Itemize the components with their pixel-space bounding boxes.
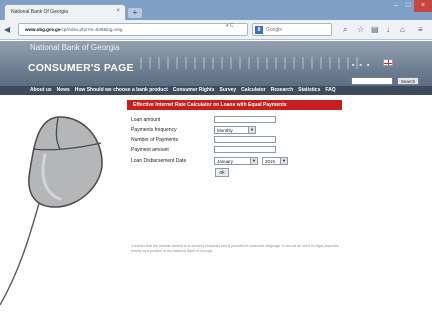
ok-button[interactable]: ok (215, 168, 229, 177)
address-bar[interactable]: www.nbg.gov.ge/cp/index.php?m=549&lng=en… (18, 23, 248, 36)
payments-frequency-label: Payments frequency (131, 127, 177, 133)
chevron-down-icon: ▼ (250, 158, 257, 164)
disbursement-date-label: Loan Disbursement Date (131, 158, 187, 164)
bank-name[interactable]: National Bank of Georgia (30, 43, 119, 52)
mouse-cable (0, 199, 41, 306)
menu-item-faq[interactable]: FAQ (325, 86, 335, 95)
site-search-input[interactable] (351, 77, 393, 85)
disbursement-month-value: January (217, 159, 234, 164)
menu-item-survey[interactable]: Survey (219, 86, 236, 95)
payment-amount-field[interactable] (214, 146, 276, 153)
bookmark-star-icon[interactable]: ☆ (357, 25, 364, 35)
back-arrow-icon[interactable]: ◀ (4, 25, 10, 35)
site-title[interactable]: CONSUMER'S PAGE (28, 62, 134, 74)
menu-item-calculator[interactable]: Calculator (241, 86, 265, 95)
loan-amount-label: Loan amount (131, 117, 161, 123)
header-decoration (140, 57, 360, 69)
url-host: www.nbg.gov.ge (25, 27, 61, 32)
chevron-down-icon: ▼ (280, 158, 287, 164)
menu-item-news[interactable]: News (57, 86, 70, 95)
payments-frequency-select[interactable]: Monthly ▼ (214, 126, 256, 134)
home-icon[interactable]: ⌂ (400, 25, 405, 35)
disbursement-year-select[interactable]: 2015 ▼ (262, 157, 288, 165)
payment-amount-label: Payment amount (131, 147, 169, 153)
menu-item-research[interactable]: Research (271, 86, 294, 95)
site-search-button[interactable]: Search (397, 77, 419, 85)
maximize-button[interactable]: □ (402, 0, 414, 12)
tab-title: National Bank Of Georgia (11, 9, 68, 15)
language-switcher[interactable]: ■ ■ ■ (352, 62, 371, 67)
window-controls: – □ × (390, 0, 432, 12)
calculator-heading: Effective Internet Rate Calculator on Lo… (127, 100, 342, 110)
computer-mouse-illustration (0, 116, 103, 306)
main-menu: About us News How Should we choose a ban… (0, 86, 432, 95)
disbursement-month-select[interactable]: January ▼ (214, 157, 258, 165)
disbursement-year-value: 2015 (265, 159, 276, 164)
site-header: National Bank of Georgia CONSUMER'S PAGE… (0, 41, 432, 86)
payments-frequency-value: Monthly (217, 128, 233, 133)
search-icon[interactable]: ⌕ (343, 25, 347, 35)
download-icon[interactable]: ↓ (386, 25, 390, 35)
number-of-payments-field[interactable] (214, 136, 276, 143)
new-tab-button[interactable]: + (128, 8, 142, 18)
url-path: /cp/index.php?m=549&lng=eng (60, 27, 123, 32)
search-placeholder: Google (266, 27, 283, 33)
browser-tab[interactable]: National Bank Of Georgia × (4, 4, 126, 20)
disclaimer-text: Consider that the website content is of … (131, 244, 339, 253)
tab-close-icon[interactable]: × (116, 8, 120, 14)
search-engine-icon: 8 (255, 26, 263, 34)
browser-toolbar: ◀ www.nbg.gov.ge/cp/index.php?m=549&lng=… (0, 20, 432, 40)
bookmarks-icon[interactable]: ▤ (371, 25, 379, 35)
browser-search-input[interactable]: 8 Google (252, 23, 332, 36)
number-of-payments-label: Number of Payments (131, 137, 178, 143)
reload-icon[interactable]: ▾ C (226, 23, 234, 29)
english-flag-icon[interactable] (383, 59, 393, 66)
screenshot: National Bank Of Georgia × + – □ × ◀ www… (0, 0, 432, 331)
browser-chrome: National Bank Of Georgia × + – □ × ◀ www… (0, 0, 432, 40)
menu-item-statistics[interactable]: Statistics (298, 86, 320, 95)
menu-item-consumer-rights[interactable]: Consumer Rights (173, 86, 215, 95)
minimize-button[interactable]: – (390, 0, 402, 12)
loan-amount-field[interactable] (214, 116, 276, 123)
menu-icon[interactable]: ≡ (418, 25, 423, 35)
close-window-button[interactable]: × (414, 0, 432, 12)
chevron-down-icon: ▼ (248, 127, 255, 133)
menu-item-about[interactable]: About us (30, 86, 52, 95)
menu-item-choose-product[interactable]: How Should we choose a bank product (75, 86, 168, 95)
mouse-body (28, 116, 103, 208)
